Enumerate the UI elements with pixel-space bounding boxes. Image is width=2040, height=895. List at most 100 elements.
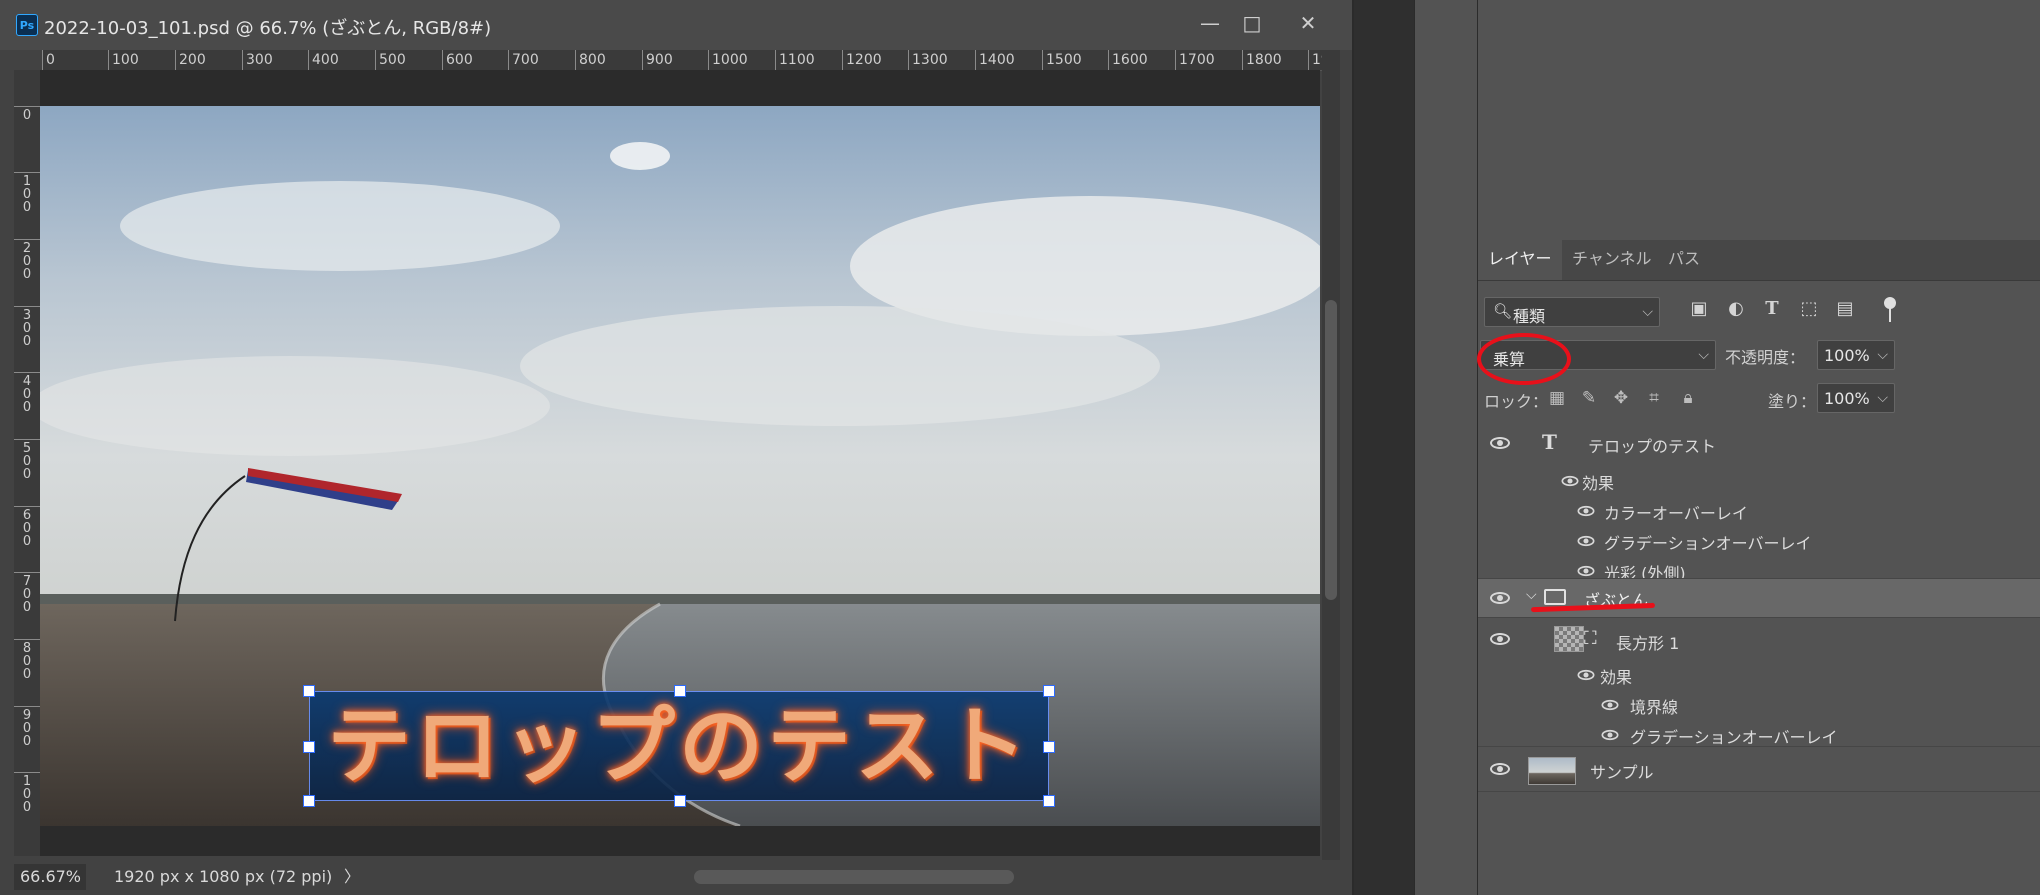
canvas-photo[interactable]: テロップのテスト [40, 106, 1320, 826]
horizontal-scrollbar[interactable] [374, 868, 1334, 886]
visibility-eye-icon[interactable] [1490, 437, 1510, 449]
layer-thumbnail [1528, 757, 1576, 785]
smart-object-filter-icon[interactable]: ▤ [1834, 298, 1856, 320]
ruler-tick-label: 400 [308, 50, 339, 70]
effect-name: グラデーションオーバーレイ [1630, 728, 1838, 747]
lock-artboard-icon[interactable]: ⌗ [1643, 387, 1665, 409]
ruler-tick-label: 1300 [908, 50, 948, 70]
transform-handle[interactable] [1043, 795, 1055, 807]
chevron-down-icon: ⌵ [1698, 347, 1709, 363]
lock-all-icon[interactable]: 🔒︎ [1677, 387, 1699, 409]
maximize-button[interactable]: □ [1232, 8, 1272, 38]
shape-layer-filter-icon[interactable]: ⬚ [1798, 298, 1820, 320]
visibility-eye-icon[interactable] [1490, 633, 1510, 645]
lock-position-icon[interactable]: ✥ [1610, 387, 1632, 409]
adjustment-layer-filter-icon[interactable]: ◐ [1725, 298, 1747, 320]
effect-visibility-eye-icon[interactable] [1577, 505, 1595, 517]
vertical-scrollbar[interactable] [1322, 50, 1340, 860]
effect-visibility-eye-icon[interactable] [1601, 699, 1619, 711]
opacity-field[interactable]: 100% ⌵ [1817, 340, 1895, 370]
ruler-tick-label: 500 [375, 50, 406, 70]
transform-handle[interactable] [674, 685, 686, 697]
ruler-tick-label: 0 [14, 106, 40, 122]
effects-label: 効果 [1582, 474, 1615, 493]
minimize-button[interactable]: — [1190, 8, 1230, 38]
ruler-tick-label: 200 [175, 50, 206, 70]
lock-image-pixels-icon[interactable]: ✎ [1578, 387, 1600, 409]
ruler-tick-label: 700 [508, 50, 539, 70]
transform-handle[interactable] [1043, 741, 1055, 753]
effect-visibility-eye-icon[interactable] [1601, 729, 1619, 741]
collapsed-panel-column[interactable] [1414, 0, 1478, 895]
fill-field[interactable]: 100% ⌵ [1817, 383, 1895, 413]
vertical-scroll-thumb[interactable] [1325, 300, 1337, 600]
layer-row-group-selected[interactable]: ⌵ ざぶとん [1478, 579, 2040, 617]
ruler-tick-label: 1200 [842, 50, 882, 70]
fill-label: 塗り： [1768, 392, 1817, 411]
pixel-layer-filter-icon[interactable]: ▣ [1688, 298, 1710, 320]
ruler-tick-label: 1500 [1042, 50, 1082, 70]
folder-icon [1544, 589, 1566, 605]
caption-banner[interactable]: テロップのテスト [303, 685, 1055, 807]
effect-row[interactable]: グラデーションオーバーレイ [1478, 526, 2040, 556]
ruler-tick-label: 1700 [1175, 50, 1215, 70]
effect-visibility-eye-icon[interactable] [1577, 535, 1595, 547]
layer-effects-row[interactable]: 効果 [1478, 466, 2040, 496]
tab-paths[interactable]: パス [1658, 240, 1710, 280]
chevron-down-icon[interactable]: ⌵ [1526, 587, 1537, 603]
layer-row-shape[interactable]: ⛶ 長方形 1 [1478, 618, 2040, 660]
ruler-tick-label: 1600 [1108, 50, 1148, 70]
chevron-down-icon: ⌵ [1642, 304, 1653, 320]
visibility-eye-icon[interactable] [1490, 592, 1510, 604]
type-layer-filter-icon[interactable]: T [1761, 298, 1783, 320]
transform-handle[interactable] [303, 685, 315, 697]
effects-label: 効果 [1600, 668, 1633, 687]
transform-handle[interactable] [303, 741, 315, 753]
transform-handle[interactable] [303, 795, 315, 807]
document-size-info: 1920 px x 1080 px (72 ppi) [114, 867, 333, 886]
opacity-label: 不透明度： [1725, 348, 1806, 367]
tab-layers[interactable]: レイヤー [1478, 240, 1562, 280]
layer-name: サンプル [1590, 763, 1654, 782]
close-button[interactable]: ✕ [1288, 8, 1328, 38]
lock-transparent-pixels-icon[interactable]: ▦ [1546, 387, 1568, 409]
lock-label: ロック： [1484, 392, 1549, 411]
ruler-tick-label: 100 [108, 50, 139, 70]
status-bar: 66.67% 1920 px x 1080 px (72 ppi) 〉 [14, 862, 1340, 895]
effect-visibility-eye-icon[interactable] [1561, 475, 1579, 487]
ruler-tick-label: 7 0 0 [14, 572, 40, 614]
vector-mask-icon: ⛶ [1584, 628, 1597, 649]
ruler-tick-label: 1 0 0 [14, 172, 40, 214]
layers-panel-tabs: レイヤー チャンネル パス [1478, 240, 2040, 281]
effect-visibility-eye-icon[interactable] [1577, 669, 1595, 681]
zoom-level-field[interactable]: 66.67% [14, 864, 86, 890]
layer-row-image[interactable]: サンプル [1478, 747, 2040, 791]
layers-list: T テロップのテスト 効果 カラーオーバーレイ グラデーションオーバーレイ 光彩… [1478, 420, 2040, 895]
ruler-tick-label: 6 0 0 [14, 506, 40, 548]
transform-handle[interactable] [1043, 685, 1055, 697]
document-title: 2022-10-03_101.psd @ 66.7% (ざぶとん, RGB/8#… [44, 18, 492, 39]
effect-visibility-eye-icon[interactable] [1577, 565, 1595, 577]
layer-effects-row[interactable]: 効果 [1478, 660, 2040, 690]
effect-row[interactable]: カラーオーバーレイ [1478, 496, 2040, 526]
horizontal-scroll-thumb[interactable] [694, 870, 1014, 884]
ruler-tick-label: 300 [242, 50, 273, 70]
layer-name: 長方形 1 [1616, 634, 1680, 653]
opacity-value: 100% [1824, 346, 1870, 365]
effect-row[interactable]: 境界線 [1478, 690, 2040, 720]
transform-handle[interactable] [674, 795, 686, 807]
ruler-tick-label: 1100 [775, 50, 815, 70]
photoshop-app-icon: Ps [16, 14, 38, 36]
chevron-down-icon: ⌵ [1877, 347, 1888, 363]
document-titlebar[interactable]: Ps 2022-10-03_101.psd @ 66.7% (ざぶとん, RGB… [0, 0, 1352, 50]
type-layer-icon: T [1542, 430, 1557, 454]
horizontal-ruler[interactable]: 0 100 200 300 400 500 600 700 800 900 10… [42, 50, 1340, 71]
status-menu-arrow-icon[interactable]: 〉 [344, 864, 360, 890]
red-circle-annotation [1477, 333, 1571, 385]
effect-name: カラーオーバーレイ [1604, 504, 1748, 523]
vertical-ruler[interactable]: 0 1 0 0 2 0 0 3 0 0 4 0 0 5 0 0 6 0 0 7 … [14, 70, 41, 856]
layer-row-text[interactable]: T テロップのテスト [1478, 420, 2040, 466]
layer-filter-dropdown[interactable]: 🔍︎ 種類 ⌵ [1484, 297, 1660, 327]
visibility-eye-icon[interactable] [1490, 763, 1510, 775]
tab-channels[interactable]: チャンネル [1562, 240, 1662, 280]
